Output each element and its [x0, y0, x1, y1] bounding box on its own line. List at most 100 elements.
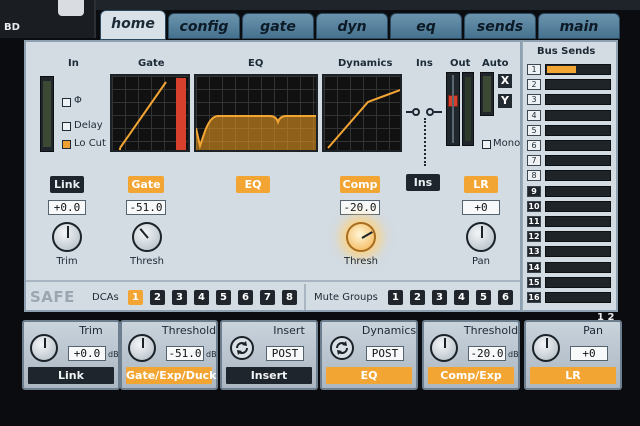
bus-send-row[interactable]: 7 — [527, 155, 613, 167]
encoder-knob[interactable] — [430, 334, 458, 362]
bus-send-row[interactable]: 2 — [527, 79, 613, 91]
bus-send-level[interactable] — [545, 79, 611, 91]
dca-2-button[interactable]: 2 — [150, 290, 165, 305]
tab-main[interactable]: main — [538, 13, 620, 39]
encoder-strip[interactable]: Dynamics POST EQ — [320, 320, 418, 390]
bus-send-level[interactable] — [545, 200, 611, 212]
trim-knob[interactable] — [52, 222, 82, 252]
tab-eq[interactable]: eq — [390, 13, 462, 39]
auto-x-button[interactable]: X — [498, 74, 512, 88]
delay-checkbox[interactable] — [62, 122, 71, 131]
section-ins-title: Ins — [416, 58, 433, 69]
phase-checkbox[interactable] — [62, 98, 71, 107]
dca-4-button[interactable]: 4 — [194, 290, 209, 305]
mute-group-6-button[interactable]: 6 — [498, 290, 513, 305]
bus-send-row[interactable]: 13 — [527, 246, 613, 258]
bus-send-level[interactable] — [545, 94, 611, 106]
pan-value[interactable]: +0 — [462, 200, 500, 215]
mute-group-3-button[interactable]: 3 — [432, 290, 447, 305]
bus-send-level[interactable] — [545, 246, 611, 258]
dca-6-button[interactable]: 6 — [238, 290, 253, 305]
encoder-knob[interactable] — [30, 334, 58, 362]
bus-send-row[interactable]: 12 — [527, 231, 613, 243]
bus-number: 15 — [527, 276, 541, 288]
pan-knob[interactable] — [466, 222, 496, 252]
encoder-strip[interactable]: Trim +0.0 dB Link — [22, 320, 120, 390]
bus-send-row[interactable]: 9 — [527, 185, 613, 198]
bus-send-level[interactable] — [545, 170, 611, 182]
bus-send-level[interactable] — [545, 292, 611, 303]
link-button[interactable]: Link — [50, 176, 84, 193]
encoder-knob[interactable] — [128, 334, 156, 362]
bus-send-row[interactable]: 6 — [527, 140, 613, 152]
bus-send-row[interactable]: 5 — [527, 124, 613, 137]
bus-send-row[interactable]: 15 — [527, 276, 613, 289]
dca-7-button[interactable]: 7 — [260, 290, 275, 305]
bus-send-row[interactable]: 10 — [527, 200, 613, 213]
insert-path[interactable] — [406, 106, 442, 118]
encoder-function-button[interactable]: EQ — [326, 367, 412, 384]
bus-send-row[interactable]: 1 — [527, 64, 613, 76]
bus-send-level[interactable] — [545, 109, 611, 121]
comp-button[interactable]: Comp — [340, 176, 380, 193]
encoder-function-button[interactable]: Gate/Exp/Duck — [126, 367, 217, 384]
bus-send-level[interactable] — [545, 64, 611, 75]
auto-y-button[interactable]: Y — [498, 94, 512, 108]
bus-send-level[interactable] — [545, 276, 611, 288]
tab-config[interactable]: config — [168, 13, 240, 39]
dca-1-button[interactable]: 1 — [128, 290, 143, 305]
bus-send-row[interactable]: 11 — [527, 216, 613, 228]
bus-send-row[interactable]: 3 — [527, 94, 613, 106]
cycle-icon[interactable] — [230, 336, 254, 360]
cycle-icon[interactable] — [330, 336, 354, 360]
bus-send-level[interactable] — [545, 261, 611, 273]
encoder-function-button[interactable]: Comp/Exp — [428, 367, 514, 384]
bus-send-row[interactable]: 16 — [527, 292, 613, 304]
encoder-strip[interactable]: Pan +0 LR — [524, 320, 622, 390]
tab-dyn[interactable]: dyn — [316, 13, 388, 39]
eq-graph[interactable] — [194, 74, 318, 152]
encoder-function-button[interactable]: Insert — [226, 367, 312, 384]
encoder-strip[interactable]: Insert POST Insert — [220, 320, 318, 390]
mute-group-1-button[interactable]: 1 — [388, 290, 403, 305]
mute-group-2-button[interactable]: 2 — [410, 290, 425, 305]
encoder-function-button[interactable]: LR — [530, 367, 616, 384]
encoder-strip[interactable]: Threshold -51.0 dB Gate/Exp/Duck — [120, 320, 218, 390]
bus-send-level[interactable] — [545, 231, 611, 243]
bus-send-level[interactable] — [545, 124, 611, 136]
bus-send-level[interactable] — [545, 216, 611, 227]
dca-3-button[interactable]: 3 — [172, 290, 187, 305]
encoder-strip[interactable]: Threshold -20.0 dB Comp/Exp — [422, 320, 520, 390]
eq-button[interactable]: EQ — [236, 176, 270, 193]
comp-threshold-value[interactable]: -20.0 — [340, 200, 380, 215]
ins-button[interactable]: Ins — [406, 174, 440, 191]
bus-send-level[interactable] — [545, 155, 611, 167]
lr-button[interactable]: LR — [464, 176, 498, 193]
safe-label[interactable]: SAFE — [30, 288, 75, 306]
gate-button[interactable]: Gate — [128, 176, 164, 193]
bus-send-row[interactable]: 4 — [527, 109, 613, 122]
output-fader[interactable] — [446, 72, 460, 146]
bus-send-level[interactable] — [545, 185, 611, 197]
tab-gate[interactable]: gate — [242, 13, 314, 39]
encoder-knob[interactable] — [532, 334, 560, 362]
gate-threshold-value[interactable]: -51.0 — [126, 200, 166, 215]
gate-threshold-knob[interactable] — [132, 222, 162, 252]
comp-threshold-knob[interactable] — [346, 222, 376, 252]
mute-group-5-button[interactable]: 5 — [476, 290, 491, 305]
tab-sends[interactable]: sends — [464, 13, 536, 39]
dca-5-button[interactable]: 5 — [216, 290, 231, 305]
tab-home[interactable]: home — [100, 10, 166, 40]
dca-8-button[interactable]: 8 — [282, 290, 297, 305]
encoder-function-button[interactable]: Link — [28, 367, 114, 384]
mute-group-4-button[interactable]: 4 — [454, 290, 469, 305]
bus-send-level[interactable] — [545, 140, 611, 151]
bus-send-row[interactable]: 8 — [527, 170, 613, 182]
delay-label: Delay — [74, 120, 103, 131]
gate-graph[interactable] — [110, 74, 190, 152]
locut-checkbox[interactable] — [62, 140, 71, 149]
dynamics-graph[interactable] — [322, 74, 402, 152]
mono-checkbox[interactable] — [482, 140, 491, 149]
bus-send-row[interactable]: 14 — [527, 261, 613, 274]
trim-value[interactable]: +0.0 — [48, 200, 86, 215]
